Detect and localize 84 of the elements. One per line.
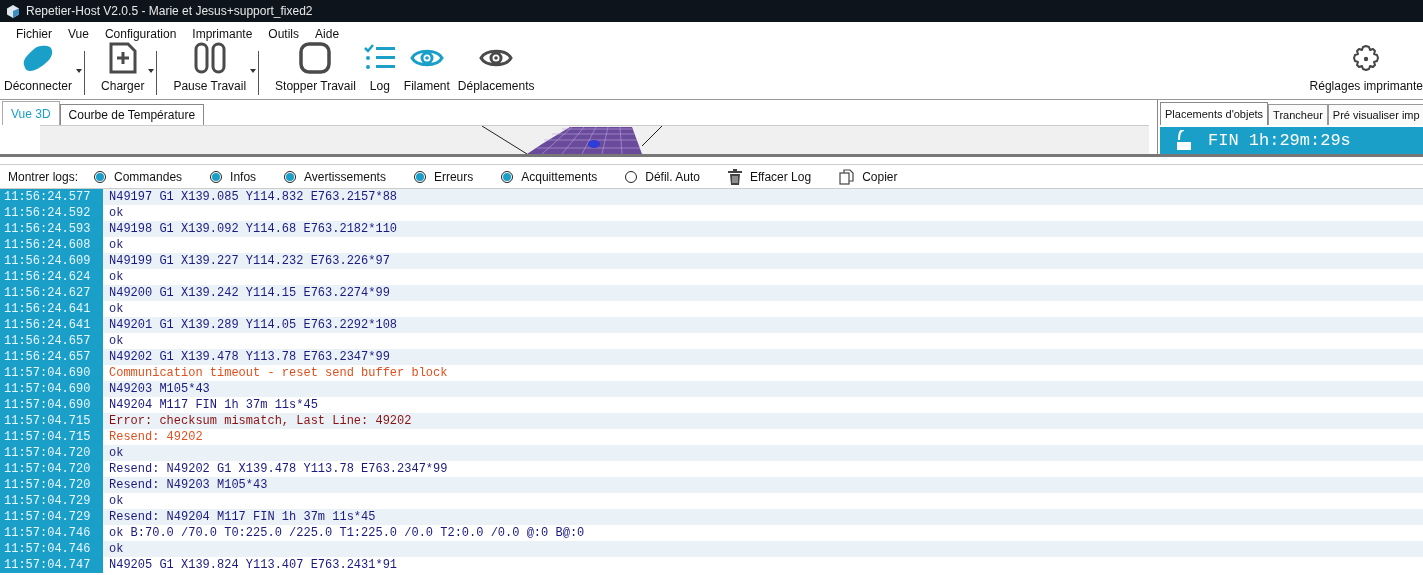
log-action-button[interactable]: Copier xyxy=(839,167,910,186)
menu-item[interactable]: Aide xyxy=(307,24,348,43)
log-message: N49203 M105*43 xyxy=(108,381,210,397)
log-action-button[interactable]: Effacer Log xyxy=(728,167,824,186)
log-message: N49199 G1 X139.227 Y114.232 E763.226*97 xyxy=(108,253,390,269)
settings-button[interactable]: Réglages imprimante xyxy=(1309,43,1423,95)
window-title: Repetier-Host V2.0.5 - Marie et Jesus+support_fixed2 xyxy=(26,3,313,20)
log-timestamp: 11:57:04.715 xyxy=(0,429,103,445)
toolbar-button[interactable]: Log xyxy=(359,41,400,95)
extruder-icon xyxy=(1176,129,1192,152)
log-message: Error: checksum mismatch, Last Line: 49202 xyxy=(108,413,412,429)
log-filter-option[interactable]: Avertissements xyxy=(284,167,398,186)
toolbar-button[interactable]: Déconnecter xyxy=(0,41,77,95)
panel-tab[interactable]: Placements d'objets xyxy=(1160,102,1269,125)
log-message: Resend: N49204 M117 FIN 1h 37m 11s*45 xyxy=(108,509,376,525)
log-timestamp: 11:56:24.641 xyxy=(0,301,103,317)
toolbar-button[interactable]: Déplacements xyxy=(453,41,539,95)
view-tab[interactable]: Courbe de Température xyxy=(59,104,205,125)
log-message: ok xyxy=(108,493,124,509)
toolbar-button[interactable]: Charger xyxy=(97,41,149,95)
caret-icon[interactable] xyxy=(250,69,257,73)
menu-item[interactable]: Outils xyxy=(260,24,308,43)
log-message: ok xyxy=(108,269,124,285)
log-timestamp: 11:56:24.593 xyxy=(0,221,103,237)
panel-tab[interactable]: Pré visualiser imp xyxy=(1327,104,1423,125)
log-timestamp: 11:57:04.690 xyxy=(0,365,103,381)
log-message: Resend: N49202 G1 X139.478 Y113.78 E763.2347*99 xyxy=(108,461,448,477)
log-timestamp: 11:57:04.746 xyxy=(0,541,103,557)
menu-item[interactable]: Imprimante xyxy=(184,24,261,43)
log-timestamp: 11:57:04.690 xyxy=(0,381,103,397)
log-message: N49201 G1 X139.289 Y114.05 E763.2292*108 xyxy=(108,317,398,333)
panel-tab[interactable]: Trancheur xyxy=(1268,104,1328,125)
log-timestamp: 11:57:04.747 xyxy=(0,557,103,573)
log-message: N49205 G1 X139.824 Y113.407 E763.2431*91 xyxy=(108,557,398,573)
log-filter-option[interactable]: Acquittements xyxy=(501,167,610,186)
log-timestamp: 11:56:24.641 xyxy=(0,317,103,333)
app-icon xyxy=(6,4,20,18)
log-filter-option[interactable]: Infos xyxy=(210,167,269,186)
log-timestamp: 11:57:04.729 xyxy=(0,493,103,509)
log-timestamp: 11:57:04.729 xyxy=(0,509,103,525)
log-message: Resend: 49202 xyxy=(108,429,203,445)
log-timestamp: 11:56:24.592 xyxy=(0,205,103,221)
log-message: ok xyxy=(108,445,124,461)
log-filter-label: Montrer logs: xyxy=(8,168,79,186)
menu-item[interactable]: Vue xyxy=(60,24,97,43)
log-message: N49198 G1 X139.092 Y114.68 E763.2182*110 xyxy=(108,221,398,237)
copy-icon xyxy=(839,168,855,185)
toolbar-button[interactable]: Filament xyxy=(399,41,454,95)
log-timestamp: 11:57:04.746 xyxy=(0,525,103,541)
log-timestamp: 11:56:24.609 xyxy=(0,253,103,269)
log-filter-option[interactable]: Commandes xyxy=(94,167,195,186)
log-message: N49200 G1 X139.242 Y114.15 E763.2274*99 xyxy=(108,285,390,301)
trash-icon xyxy=(728,168,742,185)
log-timestamp: 11:57:04.720 xyxy=(0,477,103,493)
log-timestamp: 11:56:24.657 xyxy=(0,349,103,365)
log-timestamp: 11:56:24.577 xyxy=(0,189,103,205)
log-message: ok xyxy=(108,237,124,253)
log-message: ok xyxy=(108,205,124,221)
log-message: N49202 G1 X139.478 Y113.78 E763.2347*99 xyxy=(108,349,390,365)
log-timestamp: 11:57:04.720 xyxy=(0,445,103,461)
log-timestamp: 11:57:04.690 xyxy=(0,397,103,413)
log-filter-option[interactable]: Défil. Auto xyxy=(625,167,712,186)
log-message: ok xyxy=(108,541,124,557)
log-message: ok B:70.0 /70.0 T0:225.0 /225.0 T1:225.0 /0.0 T2:0.0 /0.0 @:0 B@:0 xyxy=(108,525,585,541)
log-timestamp: 11:56:24.657 xyxy=(0,333,103,349)
toolbar-button[interactable]: Stopper Travail xyxy=(271,41,360,95)
caret-icon[interactable] xyxy=(148,69,155,73)
log-message: N49204 M117 FIN 1h 37m 11s*45 xyxy=(108,397,318,413)
print-time-remaining: FIN 1h:29m:29s xyxy=(1208,132,1351,149)
log-message: ok xyxy=(108,301,124,317)
caret-icon[interactable] xyxy=(76,69,83,73)
log-message: Communication timeout - reset send buffer block xyxy=(108,365,448,381)
log-message: ok xyxy=(108,333,124,349)
toolbar-button[interactable]: Pause Travail xyxy=(169,41,251,95)
menu-item[interactable]: Configuration xyxy=(96,24,185,43)
log-timestamp: 11:56:24.627 xyxy=(0,285,103,301)
log-timestamp: 11:57:04.720 xyxy=(0,461,103,477)
log-timestamp: 11:56:24.608 xyxy=(0,237,103,253)
menu-item[interactable]: Fichier xyxy=(8,24,60,43)
log-message: Resend: N49203 M105*43 xyxy=(108,477,268,493)
log-timestamp: 11:57:04.715 xyxy=(0,413,103,429)
log-message: N49197 G1 X139.085 Y114.832 E763.2157*88 xyxy=(108,189,398,205)
log-filter-option[interactable]: Erreurs xyxy=(413,167,486,186)
log-timestamp: 11:56:24.624 xyxy=(0,269,103,285)
